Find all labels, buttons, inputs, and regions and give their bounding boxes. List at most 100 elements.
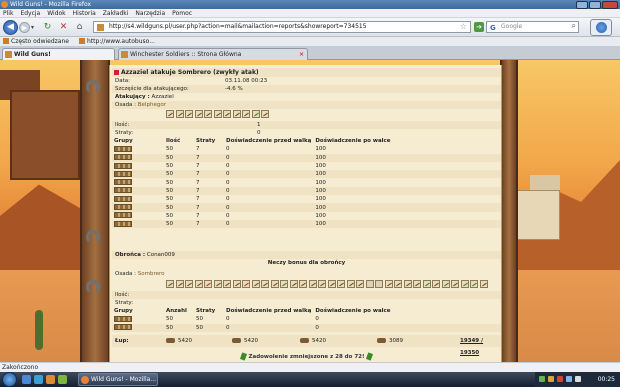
window-title: Wild Guns! - Mozilla Firefox [10, 1, 92, 8]
report-title-text: Azzaziel atakuje Sombrero (zwykły atak) [121, 69, 259, 76]
unit-icon [194, 110, 203, 118]
table-row: 50 7 0 100 [112, 186, 501, 196]
bookmark-item[interactable]: http://www.autobuso... [78, 37, 155, 46]
search-input[interactable]: G Google ⌕ [486, 21, 579, 33]
home-icon[interactable]: ⌂ [74, 22, 85, 33]
unit-icon [166, 110, 174, 118]
unit-icon [470, 280, 478, 288]
menu-edit[interactable]: Edycja [20, 9, 40, 17]
table-cell: 50 [164, 323, 194, 332]
volume-icon[interactable] [575, 376, 581, 382]
defender-bonus-note: Neczy bonus dla obrońcy [267, 260, 346, 266]
menu-view[interactable]: Widok [47, 9, 65, 17]
unit-icon [261, 110, 269, 118]
table-cell: 7 [194, 186, 224, 196]
tray-icon[interactable] [557, 376, 563, 382]
unit-icon [232, 280, 241, 288]
satisfaction-message: Zadowolenie zmniejszone z 28 do 72! [112, 352, 501, 361]
history-dropdown-icon[interactable]: ▾ [31, 24, 34, 31]
menu-file[interactable]: Plik [3, 9, 13, 17]
window-controls [576, 0, 618, 9]
tab-wild-guns[interactable]: Wild Guns! [2, 48, 115, 60]
close-button[interactable] [602, 0, 618, 9]
system-tray: 00:25 [535, 372, 620, 387]
task-label: Wild Guns! - Mozilla... [91, 376, 157, 383]
go-button[interactable]: ➔ [474, 22, 484, 32]
unit-icon [175, 280, 184, 288]
column-header: Doświadczenie przed walką [226, 308, 312, 315]
table-cell: 7 [196, 212, 200, 219]
table-cell: 100 [315, 212, 326, 219]
table-cell: 50 [164, 186, 194, 196]
tab-strip: Wild Guns! Winchester Soldiers :: Strona… [0, 47, 620, 60]
horseshoe-icon [86, 80, 100, 94]
table-cell: 0 [224, 219, 314, 229]
tab-favicon-icon [121, 51, 128, 58]
network-icon[interactable] [566, 376, 572, 382]
search-icon[interactable]: ⌕ [572, 21, 576, 31]
app-quicklaunch-icon[interactable] [58, 375, 67, 384]
menu-tools[interactable]: Narzędzia [135, 9, 165, 17]
defender-name[interactable]: Conan009 [147, 252, 175, 258]
defender-label: Obrońca : [115, 252, 146, 258]
table-cell: 0 [226, 316, 230, 323]
table-row: 50 7 0 100 [112, 178, 501, 186]
table-cell: 50 [164, 153, 194, 162]
table-header-row: Grupy Ilość Straty Doświadczenie przed w… [112, 137, 501, 145]
reload-icon[interactable]: ↻ [42, 22, 53, 33]
table-cell: 7 [196, 146, 200, 153]
internet-explorer-icon[interactable] [34, 375, 43, 384]
page-viewport: Azzaziel atakuje Sombrero (zwykły atak) … [0, 60, 620, 362]
weapon-group-icon [114, 324, 132, 331]
maximize-button[interactable] [589, 0, 601, 9]
bookmark-folder-icon [3, 38, 9, 44]
weapon-group-icon [114, 187, 132, 194]
start-button[interactable] [2, 372, 17, 387]
minimize-button[interactable] [576, 0, 588, 9]
luck-label: Szczęście dla atakującego: [115, 86, 189, 92]
stop-icon[interactable]: ✕ [58, 22, 69, 33]
group-cell [112, 145, 164, 153]
table-cell: 7 [196, 179, 200, 186]
menu-bookmarks[interactable]: Zakładki [103, 9, 129, 17]
unit-icon [204, 280, 212, 288]
tab-winchester-soldiers[interactable]: Winchester Soldiers :: Strona Główna × [118, 48, 308, 60]
bookmark-item[interactable]: Często odwiedzane [3, 37, 69, 46]
url-input[interactable]: http://s4.wildguns.pl/user.php?action=ma… [93, 21, 471, 33]
unit-icon [460, 280, 469, 288]
tray-icon[interactable] [539, 376, 545, 382]
taskbar-firefox-button[interactable]: Wild Guns! - Mozilla... [78, 373, 158, 386]
bookmark-star-icon[interactable]: ☆ [460, 22, 467, 32]
weapon-group-icon [114, 162, 132, 169]
attacker-settlement-link[interactable]: Belphegor [138, 102, 166, 108]
firefox-quicklaunch-icon[interactable] [46, 375, 55, 384]
units-label: Ilość: [115, 122, 130, 128]
menu-history[interactable]: Historia [73, 9, 96, 17]
table-row: 50 7 0 100 [112, 145, 501, 153]
weapon-group-icon [114, 179, 132, 186]
table-row: 50 7 0 100 [112, 219, 501, 229]
attacker-name[interactable]: Azzaziel [151, 94, 173, 100]
table-cell: 100 [315, 146, 326, 153]
date-label: Data: [115, 78, 130, 84]
column-header: Doświadczenie po walce [315, 138, 391, 145]
defender-row: Obrońca : Conan009 [112, 251, 501, 259]
unit-icon [166, 280, 174, 288]
unit-icon [194, 280, 203, 288]
tray-icon[interactable] [548, 376, 554, 382]
table-cell: 0 [226, 146, 230, 153]
table-cell: 0 [226, 212, 230, 219]
tab-close-icon[interactable]: × [299, 49, 304, 60]
show-desktop-icon[interactable] [22, 375, 31, 384]
table-header-row: Grupy Anzahl Straty Doświadczenie przed … [112, 307, 501, 315]
back-button[interactable]: ◀ [3, 20, 18, 35]
defender-settlement-link[interactable]: Sombrero [138, 271, 165, 277]
menu-help[interactable]: Pomoc [172, 9, 192, 17]
table-cell: 0 [226, 163, 230, 170]
clay-resource-icon [232, 338, 241, 343]
forward-button[interactable]: ▶ [19, 22, 30, 33]
bookmark-page-icon [78, 38, 85, 44]
wooden-post-right [500, 60, 518, 362]
column-header: Straty [196, 138, 216, 145]
url-text: http://s4.wildguns.pl/user.php?action=ma… [109, 23, 367, 30]
